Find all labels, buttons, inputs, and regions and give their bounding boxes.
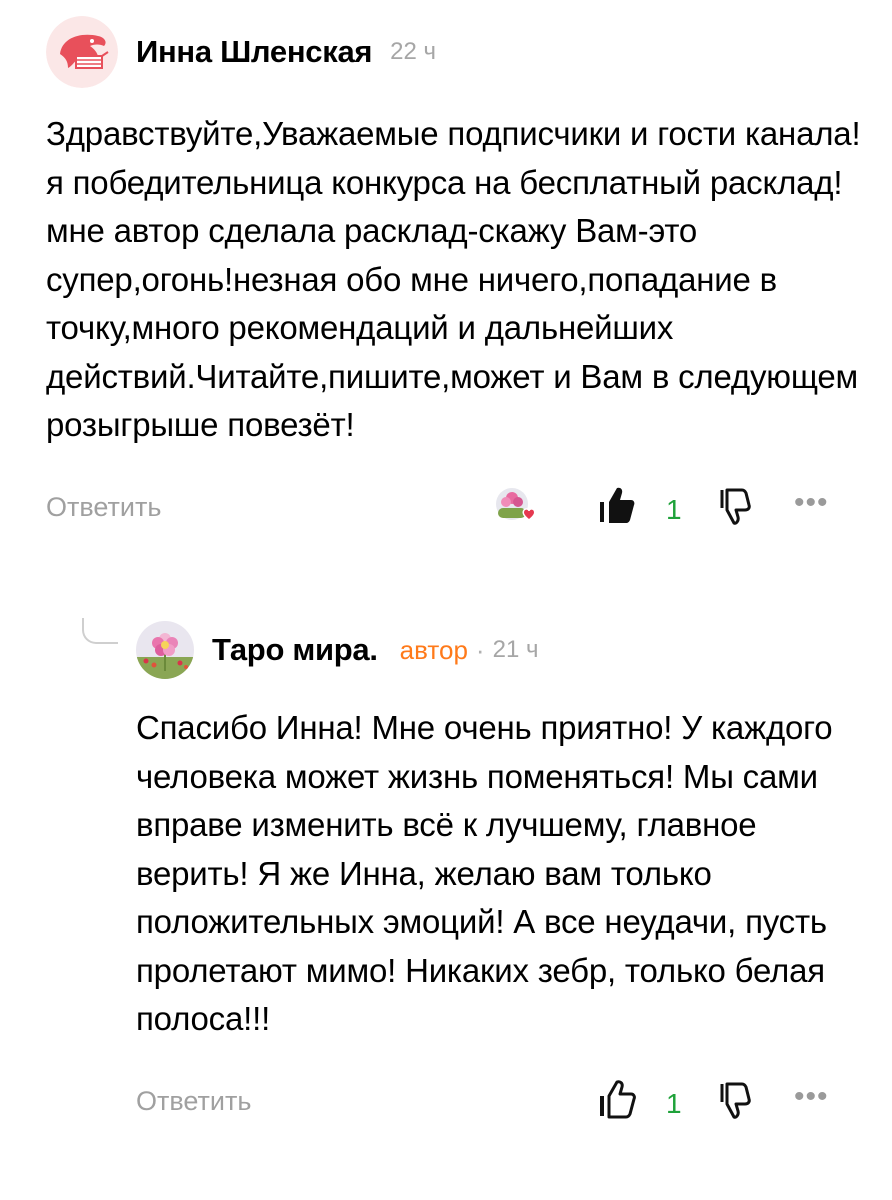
timestamp: 21 ч xyxy=(492,636,539,663)
avatar[interactable] xyxy=(46,16,118,88)
thumbs-up-filled-icon xyxy=(600,487,635,523)
timestamp: 22 ч xyxy=(390,38,437,65)
dolphin-mask-avatar-icon xyxy=(46,16,118,88)
like-icon[interactable] xyxy=(598,1078,636,1125)
like-count: 1 xyxy=(666,1087,682,1119)
comment-header: Таро мира. автор · 21 ч xyxy=(136,612,866,688)
comment-actions: Ответить 1 ••• xyxy=(46,480,866,540)
dislike-icon[interactable] xyxy=(716,486,752,533)
reply-comment: Таро мира. автор · 21 ч Спасибо Инна! Мн… xyxy=(136,612,866,1134)
more-options-icon[interactable]: ••• xyxy=(794,1080,829,1114)
author-name[interactable]: Инна Шленская xyxy=(136,34,372,70)
like-icon[interactable] xyxy=(598,484,636,531)
avatar[interactable] xyxy=(136,621,194,679)
thumbs-down-icon xyxy=(720,488,751,525)
more-options-icon[interactable]: ••• xyxy=(794,486,829,520)
reply-button[interactable]: Ответить xyxy=(136,1086,251,1117)
comment: Инна Шленская 22 ч Здравствуйте,Уважаемы… xyxy=(46,14,866,540)
comment-actions: Ответить 1 ••• xyxy=(136,1074,866,1134)
author-heart-reaction xyxy=(494,486,540,531)
thumbs-up-outline-icon xyxy=(600,1079,636,1118)
author-avatar-heart-icon xyxy=(496,487,536,521)
reply-button[interactable]: Ответить xyxy=(46,492,161,523)
comment-text: Спасибо Инна! Мне очень приятно! У каждо… xyxy=(136,709,833,1037)
flower-field-avatar-icon xyxy=(136,621,194,679)
reply-thread-connector xyxy=(82,618,118,644)
separator-dot: · xyxy=(475,634,485,665)
like-count: 1 xyxy=(666,493,682,525)
author-badge: автор xyxy=(399,634,468,665)
dislike-icon[interactable] xyxy=(716,1080,752,1127)
comment-header: Инна Шленская 22 ч xyxy=(46,14,866,90)
thumbs-down-icon xyxy=(720,1082,751,1119)
author-name[interactable]: Таро мира. xyxy=(212,632,378,668)
comment-text: Здравствуйте,Уважаемые подписчики и гост… xyxy=(46,115,861,443)
